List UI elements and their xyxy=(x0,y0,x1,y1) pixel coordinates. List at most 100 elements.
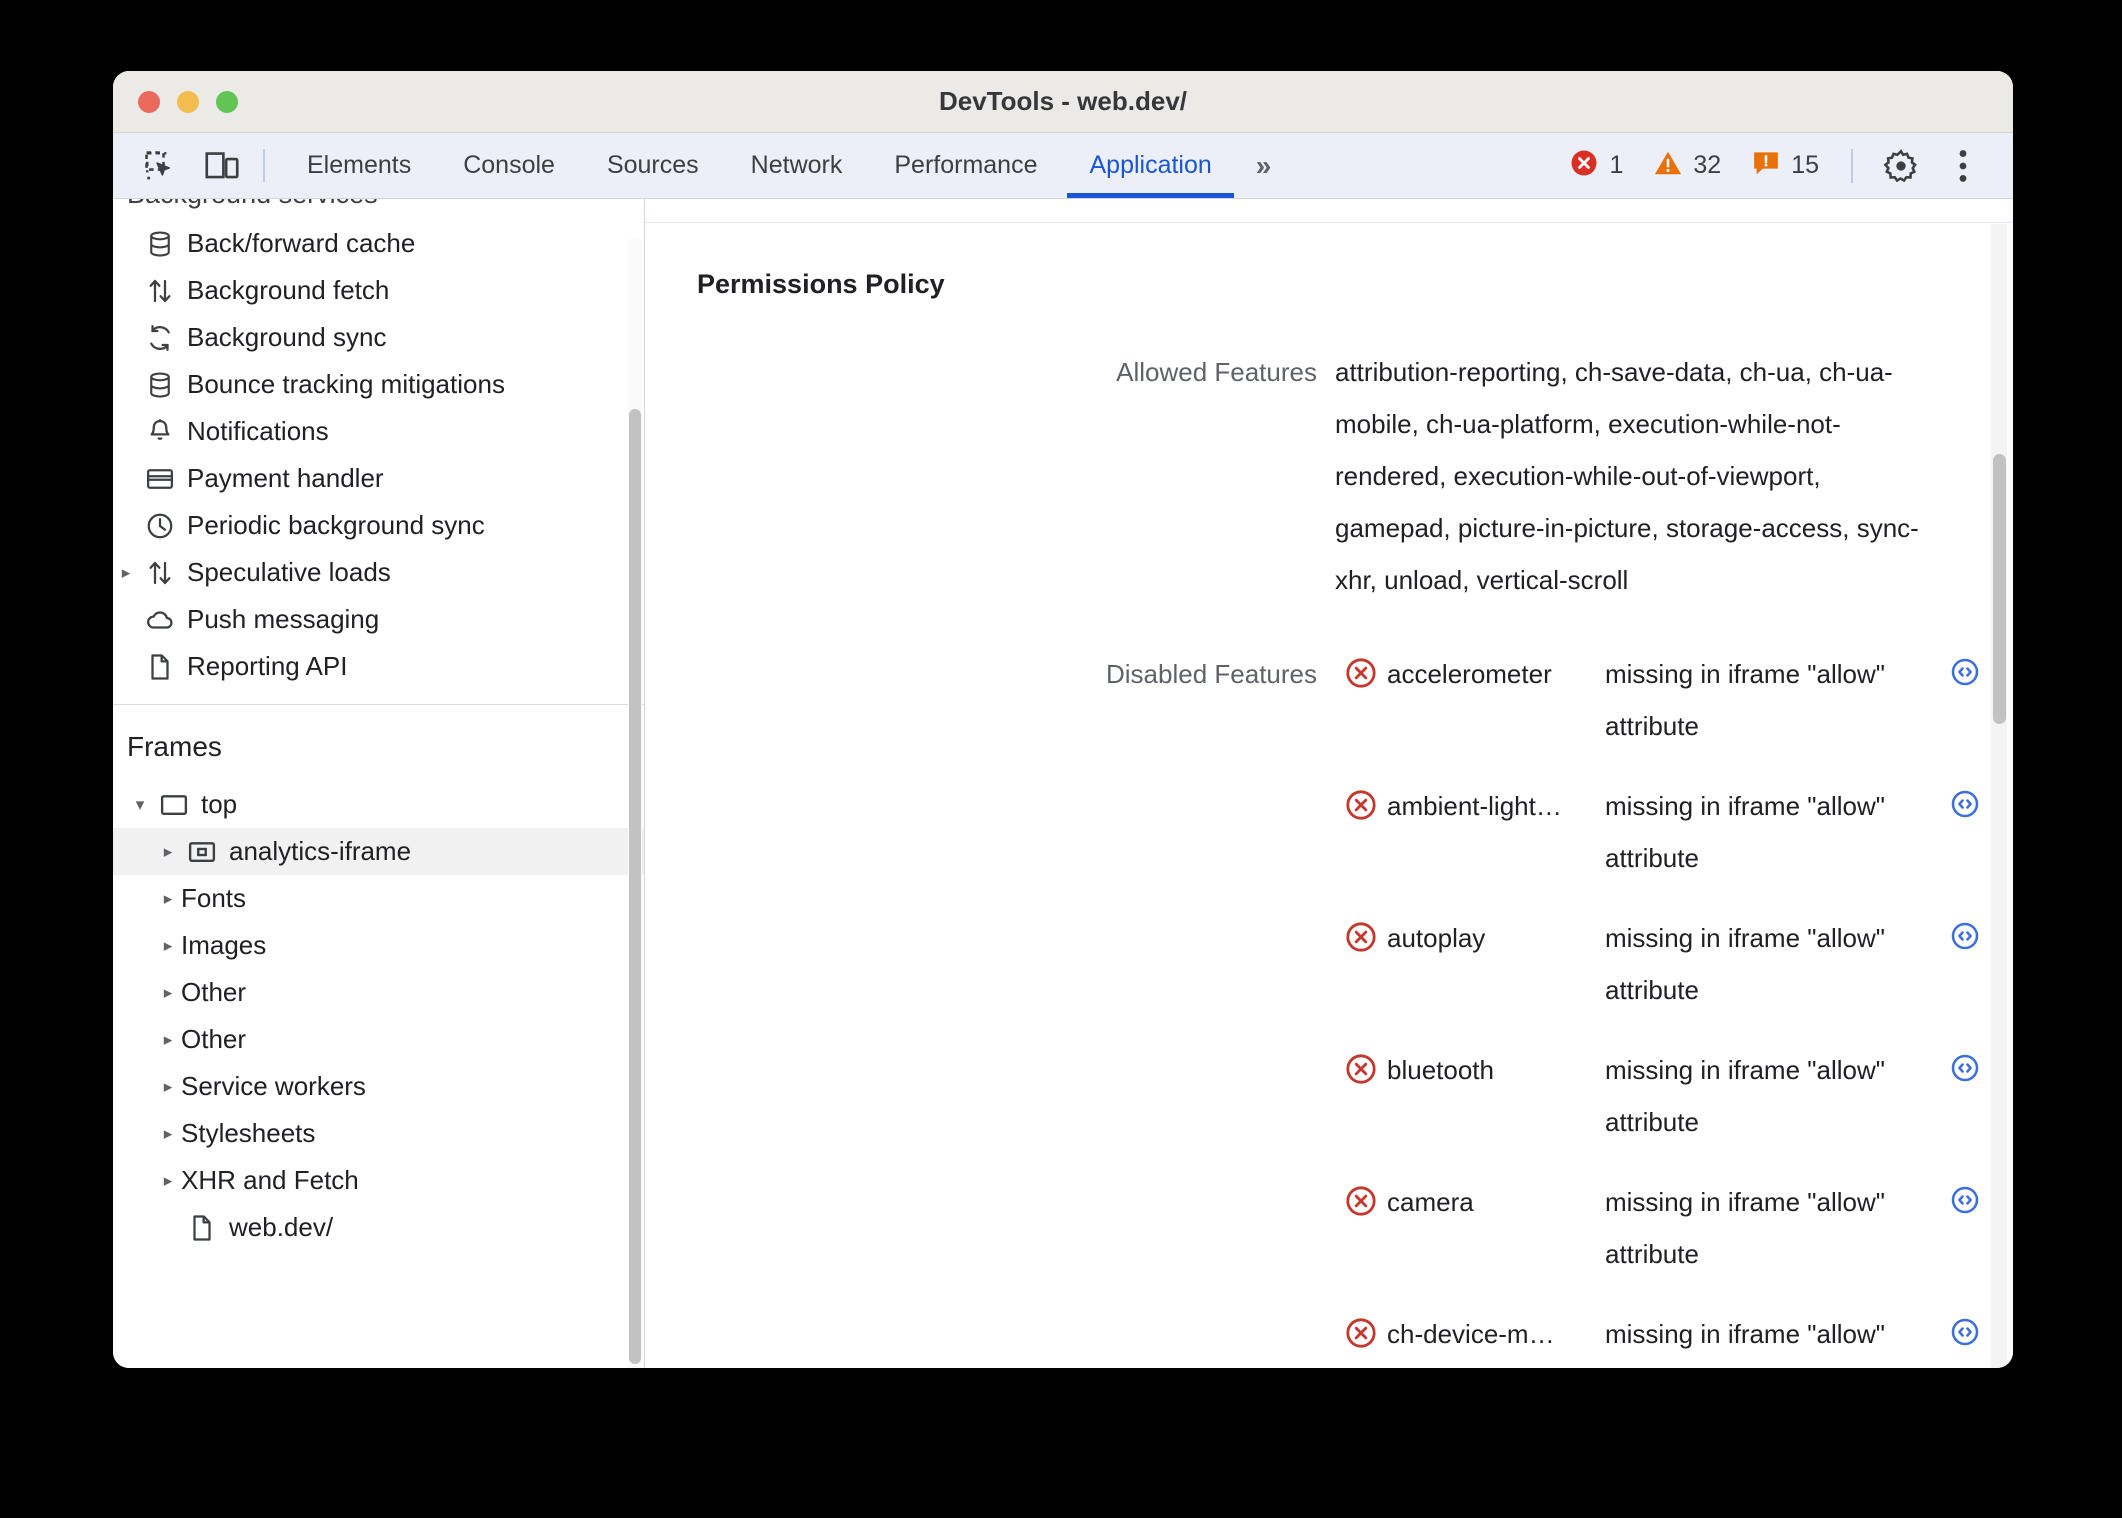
devtools-body: Background services ▸ Back/forward cache… xyxy=(113,199,2013,1368)
tab-elements[interactable]: Elements xyxy=(281,133,437,198)
toolbar-separator xyxy=(263,149,265,182)
error-circle-x-icon xyxy=(1335,648,1387,690)
kebab-menu-icon[interactable] xyxy=(1935,138,1991,194)
sidebar-item-notifications[interactable]: ▸ Notifications xyxy=(113,408,644,455)
tab-network[interactable]: Network xyxy=(725,133,869,198)
disabled-feature-item: bluetooth missing in iframe "allow" attr… xyxy=(1335,1044,1995,1148)
more-tabs-icon[interactable]: » xyxy=(1238,133,1290,198)
feature-reason: missing in iframe "allow" attribute xyxy=(1605,659,1885,741)
sidebar-item-label: Notifications xyxy=(187,416,329,446)
code-reveal-icon[interactable] xyxy=(1935,780,1995,820)
section-title-background-services: Background services xyxy=(113,199,644,220)
sidebar-item-xhr-and-fetch[interactable]: ▸ XHR and Fetch xyxy=(113,1157,644,1204)
tab-label: Sources xyxy=(606,151,699,179)
code-reveal-icon[interactable] xyxy=(1935,1176,1995,1216)
expand-triangle[interactable]: ▸ xyxy=(155,889,181,909)
sidebar-item-background-fetch[interactable]: ▸ Background fetch xyxy=(113,267,644,314)
sidebar-item-label: Back/forward cache xyxy=(187,228,416,258)
disabled-feature-item: accelerometer missing in iframe "allow" … xyxy=(1335,648,1995,752)
sidebar-item-background-sync[interactable]: ▸ Background sync xyxy=(113,314,644,361)
expand-triangle[interactable]: ▸ xyxy=(155,1124,181,1144)
feature-name: ch-device-m… xyxy=(1387,1319,1555,1349)
error-icon xyxy=(1569,148,1599,183)
disabled-feature-item: camera missing in iframe "allow" attribu… xyxy=(1335,1176,1995,1280)
warning-count: 32 xyxy=(1693,151,1722,179)
sidebar-item-other-1[interactable]: ▸ Other xyxy=(113,969,644,1016)
sidebar-item-images[interactable]: ▸ Images xyxy=(113,922,644,969)
panel-top-border xyxy=(645,199,2013,223)
disabled-features-row: Disabled Features accelerometer missing … xyxy=(645,648,2013,1368)
sidebar-item-other-2[interactable]: ▸ Other xyxy=(113,1016,644,1063)
sidebar-item-label: Fonts xyxy=(181,883,247,913)
document-icon xyxy=(181,1213,223,1243)
panel-scrollbar[interactable] xyxy=(1991,224,2007,1368)
expand-triangle[interactable]: ▸ xyxy=(155,983,181,1003)
sidebar-item-service-workers[interactable]: ▸ Service workers xyxy=(113,1063,644,1110)
sidebar-item-label: Push messaging xyxy=(187,604,380,634)
code-reveal-icon[interactable] xyxy=(1935,1308,1995,1348)
info-message-icon xyxy=(1751,148,1781,183)
sidebar-scrollbar[interactable] xyxy=(628,239,642,1368)
expand-triangle[interactable]: ▸ xyxy=(155,1030,181,1050)
sidebar-item-back-forward-cache[interactable]: ▸ Back/forward cache xyxy=(113,220,644,267)
arrows-up-down-icon xyxy=(139,276,181,306)
sidebar-item-speculative-loads[interactable]: ▸ Speculative loads xyxy=(113,549,644,596)
error-circle-x-icon xyxy=(1335,912,1387,954)
sidebar-item-reporting-api[interactable]: ▸ Reporting API xyxy=(113,643,644,690)
feature-reason: missing in iframe "allow" attribute xyxy=(1605,791,1885,873)
expand-triangle[interactable]: ▸ xyxy=(155,842,181,862)
tab-sources[interactable]: Sources xyxy=(581,133,725,198)
sidebar-item-push-messaging[interactable]: ▸ Push messaging xyxy=(113,596,644,643)
tab-performance[interactable]: Performance xyxy=(868,133,1063,198)
allowed-features-row: Allowed Features attribution-reporting, … xyxy=(645,346,2013,606)
sidebar-item-label: Images xyxy=(181,930,267,960)
device-toolbar-icon[interactable] xyxy=(191,133,253,198)
sidebar-item-label: XHR and Fetch xyxy=(181,1165,359,1195)
code-reveal-icon[interactable] xyxy=(1935,912,1995,952)
feature-name: accelerometer xyxy=(1387,659,1552,689)
section-title-frames: Frames xyxy=(127,731,222,762)
arrows-up-down-icon xyxy=(139,558,181,588)
inspect-element-icon[interactable] xyxy=(129,133,191,198)
tab-application[interactable]: Application xyxy=(1063,133,1237,198)
sidebar-item-fonts[interactable]: ▸ Fonts xyxy=(113,875,644,922)
document-icon xyxy=(139,652,181,682)
collapse-triangle[interactable]: ▾ xyxy=(127,795,153,815)
iframe-icon xyxy=(181,839,223,865)
feature-name: autoplay xyxy=(1387,923,1486,953)
warning-counter[interactable]: 32 xyxy=(1641,148,1733,183)
gear-icon[interactable] xyxy=(1873,138,1929,194)
sidebar-item-web-dev[interactable]: ▸ web.dev/ xyxy=(113,1204,644,1251)
code-reveal-icon[interactable] xyxy=(1935,1044,1995,1084)
expand-triangle[interactable]: ▸ xyxy=(155,1077,181,1097)
expand-triangle[interactable]: ▸ xyxy=(155,1171,181,1191)
error-counter[interactable]: 1 xyxy=(1557,148,1635,183)
expand-triangle[interactable]: ▸ xyxy=(113,563,139,583)
credit-card-icon xyxy=(139,464,181,494)
sidebar-item-label: Background fetch xyxy=(187,275,390,305)
sidebar-item-stylesheets[interactable]: ▸ Stylesheets xyxy=(113,1110,644,1157)
error-circle-x-icon xyxy=(1335,1176,1387,1218)
devtools-toolbar: Elements Console Sources Network Perform… xyxy=(113,133,2013,199)
tab-label: Performance xyxy=(894,151,1038,179)
allowed-features-value: attribution-reporting, ch-save-data, ch-… xyxy=(1335,357,1919,595)
sidebar-item-analytics-iframe[interactable]: ▸ analytics-iframe xyxy=(113,828,644,875)
sidebar-item-top[interactable]: ▾ top xyxy=(113,781,644,828)
application-sidebar: Background services ▸ Back/forward cache… xyxy=(113,199,645,1368)
code-reveal-icon[interactable] xyxy=(1935,648,1995,688)
panel-scrollbar-thumb[interactable] xyxy=(1993,454,2006,724)
sidebar-scrollbar-thumb[interactable] xyxy=(629,409,641,1364)
toolbar-divider xyxy=(1851,148,1853,183)
feature-name: camera xyxy=(1387,1187,1474,1217)
feature-reason: missing in iframe "allow" attribute xyxy=(1605,923,1885,1005)
sidebar-item-label: Service workers xyxy=(181,1071,366,1101)
disabled-feature-item: ambient-light… missing in iframe "allow"… xyxy=(1335,780,1995,884)
sidebar-item-label: Bounce tracking mitigations xyxy=(187,369,505,399)
sidebar-item-bounce-tracking-mitigations[interactable]: ▸ Bounce tracking mitigations xyxy=(113,361,644,408)
sidebar-item-periodic-background-sync[interactable]: ▸ Periodic background sync xyxy=(113,502,644,549)
sidebar-item-payment-handler[interactable]: ▸ Payment handler xyxy=(113,455,644,502)
info-counter[interactable]: 15 xyxy=(1739,148,1831,183)
devtools-window: DevTools - web.dev/ Elements Console Sou… xyxy=(113,71,2013,1368)
expand-triangle[interactable]: ▸ xyxy=(155,936,181,956)
tab-console[interactable]: Console xyxy=(437,133,581,198)
